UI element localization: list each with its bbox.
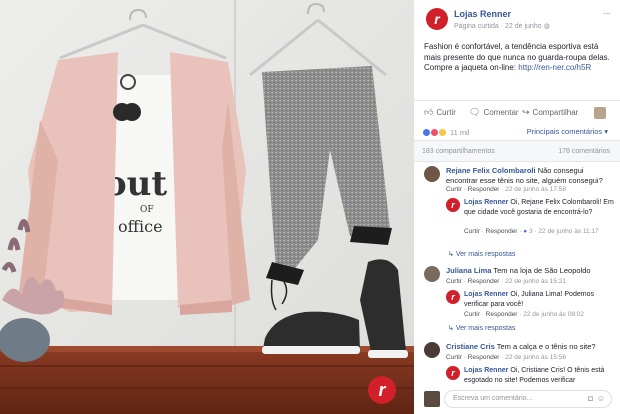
like-label: Curtir xyxy=(436,108,456,117)
reply-meta: Curtir · Responder · 22 de junho às 08:0… xyxy=(464,311,584,318)
reply-avatar[interactable]: r xyxy=(446,366,460,380)
thumbs-up-icon: 👍︎ xyxy=(424,107,434,117)
reactions-summary[interactable]: 11 mil xyxy=(422,126,469,138)
reply-author[interactable]: Lojas Renner xyxy=(464,199,508,206)
comment-avatar[interactable] xyxy=(424,166,440,182)
comment-meta: Curtir · Responder · 22 de junho às 17:5… xyxy=(446,186,566,193)
comment-meta: Curtir · Responder · 22 de junho às 15:2… xyxy=(446,278,566,285)
page-type: Página curtida xyxy=(454,23,499,30)
share-count[interactable]: 183 compartilhamentos xyxy=(422,148,495,155)
reply-author[interactable]: Lojas Renner xyxy=(464,367,508,374)
post-text: Fashion é confortável, a tendência espor… xyxy=(424,42,614,74)
share-icon: ↪ xyxy=(522,107,530,117)
comment-button[interactable]: 🗨 Comentar xyxy=(469,107,519,118)
comment-like-link[interactable]: Curtir xyxy=(446,186,462,193)
fashion-photo-illustration: out OF office xyxy=(0,0,414,414)
wow-reaction-icon xyxy=(438,127,447,137)
emoji-icon[interactable]: ☺ xyxy=(597,394,605,403)
comment-input[interactable]: Escreva um comentário... ◘ ☺ xyxy=(444,390,612,408)
comment-time[interactable]: 22 de junho às 15:21 xyxy=(505,278,566,285)
comment-author[interactable]: Cristiane Cris xyxy=(446,342,495,351)
comment-like-link[interactable]: Curtir xyxy=(446,354,462,361)
view-more-replies[interactable]: ↳ Ver mais respostas xyxy=(448,250,515,258)
comment-time[interactable]: 22 de junho às 15:56 xyxy=(505,354,566,361)
reply-like-count: 3 xyxy=(529,228,533,235)
comment-author[interactable]: Rejane Felix Colombaroli xyxy=(446,166,536,175)
viewer-avatar[interactable] xyxy=(594,107,606,119)
comment-input-placeholder: Escreva um comentário... xyxy=(453,395,533,402)
comment-body: Tem na loja de São Leopoldo xyxy=(493,266,591,275)
reply-meta: Curtir · Responder · ● 3 · 22 de junho à… xyxy=(464,228,599,235)
more-options-icon[interactable]: ··· xyxy=(603,8,611,19)
comment-time[interactable]: 22 de junho às 17:58 xyxy=(505,186,566,193)
reply-text: Lojas Renner Oi, Cristiane Cris! O tênis… xyxy=(464,366,614,386)
post-header: r Lojas Renner Página curtida · 22 de ju… xyxy=(414,0,620,38)
comment-author[interactable]: Juliana Lima xyxy=(446,266,491,275)
sort-comments-dropdown[interactable]: Principais comentários ▾ xyxy=(527,127,608,136)
globe-icon: ◍ xyxy=(543,23,550,30)
comment-label: Comentar xyxy=(483,108,519,117)
view-more-label: Ver mais respostas xyxy=(455,325,516,332)
reply-reply-link[interactable]: Responder xyxy=(486,311,518,318)
comment-avatar[interactable] xyxy=(424,342,440,358)
reply-like-link[interactable]: Curtir xyxy=(464,228,480,235)
reply-like-link[interactable]: Curtir xyxy=(464,311,480,318)
post-date[interactable]: 22 de junho xyxy=(505,23,542,30)
reply-time[interactable]: 22 de junho às 08:02 xyxy=(523,311,584,318)
share-label: Compartilhar xyxy=(532,108,579,117)
comment-reply-link[interactable]: Responder xyxy=(468,354,500,361)
reply-text: Lojas Renner Oi, Juliana Lima! Podemos v… xyxy=(464,290,614,309)
post-meta: Página curtida · 22 de junho ◍ xyxy=(454,22,550,30)
svg-text:OF: OF xyxy=(140,205,154,215)
comment-body: Tem a calça e o tênis no site? xyxy=(496,342,596,351)
reply-like-icon: ● xyxy=(523,228,528,235)
comment-like-link[interactable]: Curtir xyxy=(446,278,462,285)
view-more-replies[interactable]: ↳ Ver mais respostas xyxy=(448,324,515,332)
reply-author[interactable]: Lojas Renner xyxy=(464,291,508,298)
comment-icon: 🗨 xyxy=(469,107,481,117)
comment-reply-link[interactable]: Responder xyxy=(468,278,500,285)
comment-reply-link[interactable]: Responder xyxy=(468,186,500,193)
reply-text: Lojas Renner Oi, Rejane Felix Colombarol… xyxy=(464,198,614,217)
counts-bar: 183 compartilhamentos 178 comentários xyxy=(414,140,620,162)
post-photo[interactable]: out OF office r xyxy=(0,0,414,414)
brand-watermark-logo: r xyxy=(368,376,396,404)
post-actions: 👍︎ Curtir 🗨 Comentar ↪ Compartilhar xyxy=(414,100,620,124)
comment-text: Cristiane Cris Tem a calça e o tênis no … xyxy=(446,342,612,352)
reply-arrow-icon: ↳ xyxy=(448,325,454,332)
share-button[interactable]: ↪ Compartilhar xyxy=(522,107,578,118)
comment-meta: Curtir · Responder · 22 de junho às 15:5… xyxy=(446,354,566,361)
current-user-avatar[interactable] xyxy=(424,391,440,407)
facebook-photo-viewer: out OF office r r Lojas Renner Página cu… xyxy=(0,0,620,414)
comment-text: Rejane Felix Colombaroli Não consegui en… xyxy=(446,166,612,186)
comment-avatar[interactable] xyxy=(424,266,440,282)
comment-text: Juliana Lima Tem na loja de São Leopoldo xyxy=(446,266,612,276)
post-side-panel: r Lojas Renner Página curtida · 22 de ju… xyxy=(414,0,620,414)
reply-avatar[interactable]: r xyxy=(446,290,460,304)
camera-icon[interactable]: ◘ xyxy=(588,394,593,403)
post-link[interactable]: http://ren-ner.co/h5R xyxy=(518,63,591,72)
reply-time[interactable]: 22 de junho às 11:17 xyxy=(538,228,598,235)
svg-text:office: office xyxy=(118,217,163,236)
page-avatar[interactable]: r xyxy=(426,8,448,30)
reply-reply-link[interactable]: Responder xyxy=(486,228,518,235)
view-more-label: Ver mais respostas xyxy=(455,251,516,258)
reactions-count: 11 mil xyxy=(450,127,470,137)
like-button[interactable]: 👍︎ Curtir xyxy=(424,107,456,118)
reply-arrow-icon: ↳ xyxy=(448,251,454,258)
meta-separator: · xyxy=(500,23,504,30)
page-name[interactable]: Lojas Renner xyxy=(454,9,511,19)
reply-avatar[interactable]: r xyxy=(446,198,460,212)
comment-count[interactable]: 178 comentários xyxy=(558,148,610,155)
